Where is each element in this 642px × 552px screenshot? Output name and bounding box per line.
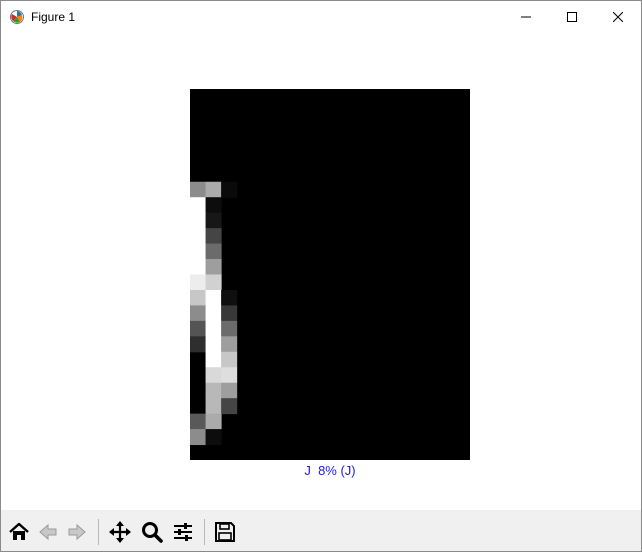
close-icon [613,11,623,22]
image-pixel [190,274,207,291]
image-pixel [221,398,238,415]
image-pixel [190,336,207,353]
image-pixel [190,197,207,214]
navigation-toolbar [1,510,641,551]
image-pixel [221,367,238,384]
image-pixel [205,181,222,198]
image-pixel [190,243,207,260]
image-pixel [205,212,222,229]
image-pixel [205,274,222,291]
matplotlib-logo-icon [9,9,25,25]
toolbar-separator [204,519,205,545]
axes-title: J 8% (J) [304,463,356,478]
image-pixel [221,382,238,399]
image-pixel [205,336,222,353]
image-pixel [205,413,222,430]
maximize-icon [567,11,577,22]
floppy-disk-icon [215,522,235,542]
image-axes[interactable] [190,89,470,460]
image-pixel [205,259,222,275]
image-pixel [205,367,222,384]
close-button[interactable] [595,1,641,32]
image-pixel [190,289,207,306]
magnifier-icon [142,522,163,543]
forward-button[interactable] [64,518,90,546]
minimize-button[interactable] [503,1,549,32]
image-pixel [221,181,238,198]
back-button[interactable] [35,518,61,546]
image-pixel [190,305,207,322]
figure-canvas[interactable]: J 8% (J) [1,32,641,510]
image-pixel [205,382,222,399]
home-button[interactable] [6,518,32,546]
pan-button[interactable] [107,518,133,546]
minimize-icon [521,16,531,17]
sliders-icon [174,523,192,541]
image-pixel [190,259,207,275]
image-pixel [190,228,207,245]
save-button[interactable] [212,518,238,546]
image-pixel [205,398,222,415]
configure-subplots-button[interactable] [170,518,196,546]
image-pixel [190,429,207,446]
toolbar-separator [98,519,99,545]
image-pixel [205,320,222,337]
image-pixel [205,197,222,214]
home-icon [9,522,29,540]
image-pixel [205,289,222,306]
forward-arrow-icon [68,523,86,541]
figure-window: Figure 1 J 8% (J) [0,0,642,552]
image-pixel [221,320,238,337]
image-pixel [205,351,222,368]
image-pixel [190,212,207,229]
image-pixel [221,289,238,306]
image-pixel [205,305,222,322]
zoom-button[interactable] [139,518,165,546]
image-pixel [221,336,238,353]
image-pixel [205,228,222,245]
move-icon [109,521,131,543]
image-pixel [190,320,207,337]
back-arrow-icon [39,523,57,541]
title-bar[interactable]: Figure 1 [1,1,641,32]
window-title: Figure 1 [31,10,76,24]
maximize-button[interactable] [549,1,595,32]
image-pixel [221,351,238,368]
grayscale-image [190,181,238,446]
image-pixel [221,305,238,322]
image-pixel [190,181,207,198]
image-pixel [205,429,222,446]
image-pixel [205,243,222,260]
image-pixel [190,413,207,430]
